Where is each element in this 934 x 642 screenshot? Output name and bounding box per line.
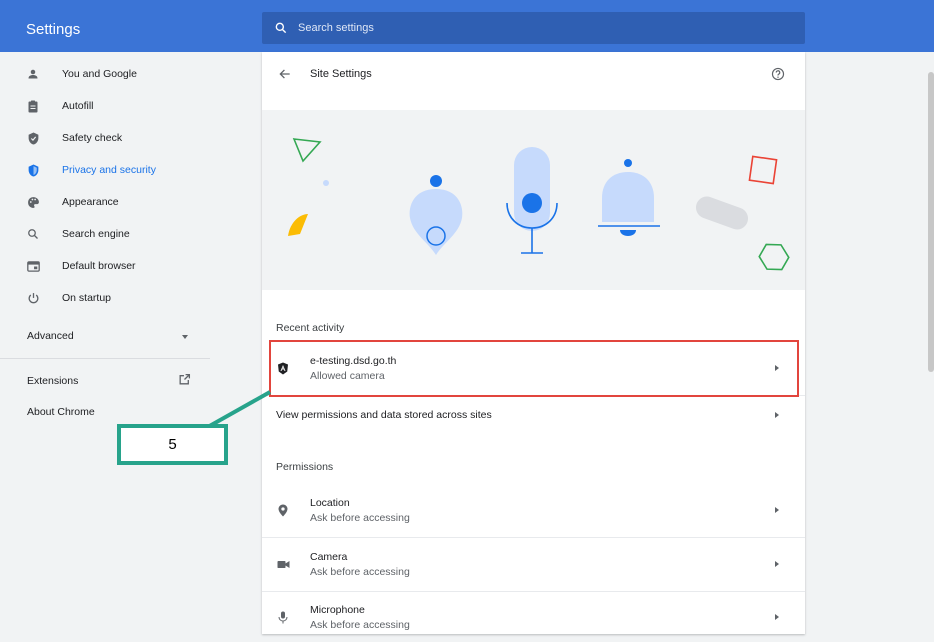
chevron-right-icon <box>775 507 779 513</box>
sidebar-extensions[interactable]: Extensions <box>27 375 78 387</box>
annotation-number: 5 <box>168 436 177 453</box>
permission-location[interactable]: Location Ask before accessing <box>262 484 805 536</box>
app-title: Settings <box>26 21 81 38</box>
sidebar-advanced[interactable]: Advanced <box>27 330 74 342</box>
sidebar-item-label: Autofill <box>62 100 94 112</box>
microphone-icon <box>276 610 290 624</box>
page-header: Site Settings <box>262 52 805 96</box>
sidebar-item-label: Privacy and security <box>62 164 156 176</box>
sidebar-item-search-engine[interactable]: Search engine <box>0 218 210 250</box>
permission-microphone[interactable]: Microphone Ask before accessing <box>262 592 805 642</box>
sidebar-item-you-and-google[interactable]: You and Google <box>0 58 210 90</box>
sidebar-item-label: Appearance <box>62 196 119 208</box>
open-in-new-icon[interactable] <box>178 373 191 386</box>
shield-icon <box>26 163 40 177</box>
clipboard-icon <box>26 99 40 113</box>
chevron-right-icon <box>775 412 779 418</box>
section-permissions: Permissions <box>276 461 334 473</box>
sidebar-item-on-startup[interactable]: On startup <box>0 282 210 314</box>
permission-label: Camera <box>310 550 348 563</box>
sidebar-item-label: Search engine <box>62 228 130 240</box>
annotation-highlight-box <box>269 340 799 397</box>
sidebar-divider <box>0 358 210 359</box>
permission-detail: Ask before accessing <box>310 618 410 631</box>
view-permissions-label: View permissions and data stored across … <box>276 409 492 421</box>
chevron-right-icon <box>775 561 779 567</box>
sidebar: You and Google Autofill Safety check Pri… <box>0 52 210 634</box>
search-icon <box>275 22 287 34</box>
permission-detail: Ask before accessing <box>310 511 410 524</box>
permission-detail: Ask before accessing <box>310 565 410 578</box>
chevron-down-icon[interactable] <box>182 335 188 339</box>
sidebar-item-autofill[interactable]: Autofill <box>0 90 210 122</box>
location-pin-icon <box>276 503 290 517</box>
permission-label: Location <box>310 496 350 509</box>
sidebar-item-privacy-and-security[interactable]: Privacy and security <box>0 154 210 186</box>
page-title: Site Settings <box>310 68 372 80</box>
help-icon[interactable] <box>771 67 785 81</box>
person-icon <box>26 67 40 81</box>
sidebar-item-safety-check[interactable]: Safety check <box>0 122 210 154</box>
camera-icon <box>276 557 290 571</box>
sidebar-item-label: On startup <box>62 292 112 304</box>
search-input[interactable]: Search settings <box>262 12 805 44</box>
search-placeholder: Search settings <box>298 22 374 34</box>
browser-icon <box>26 259 40 273</box>
back-arrow-icon[interactable] <box>278 67 292 81</box>
section-recent-activity: Recent activity <box>276 322 345 334</box>
sidebar-item-label: Safety check <box>62 132 123 144</box>
top-bar: Settings Search settings <box>0 0 934 52</box>
power-icon <box>26 291 40 305</box>
illustration-art <box>288 138 790 271</box>
permission-label: Microphone <box>310 603 365 616</box>
sidebar-about-chrome[interactable]: About Chrome <box>27 406 95 418</box>
view-permissions-link[interactable]: View permissions and data stored across … <box>262 396 805 434</box>
sidebar-item-label: Default browser <box>62 260 136 272</box>
palette-icon <box>26 195 40 209</box>
shield-check-icon <box>26 131 40 145</box>
sidebar-item-appearance[interactable]: Appearance <box>0 186 210 218</box>
page-scrollbar[interactable] <box>928 72 934 372</box>
annotation-callout: 5 <box>117 424 228 465</box>
chevron-right-icon <box>775 614 779 620</box>
search-icon <box>26 227 40 241</box>
sidebar-item-label: You and Google <box>62 68 137 80</box>
sidebar-item-default-browser[interactable]: Default browser <box>0 250 210 282</box>
permission-camera[interactable]: Camera Ask before accessing <box>262 538 805 590</box>
site-settings-illustration <box>262 110 805 290</box>
